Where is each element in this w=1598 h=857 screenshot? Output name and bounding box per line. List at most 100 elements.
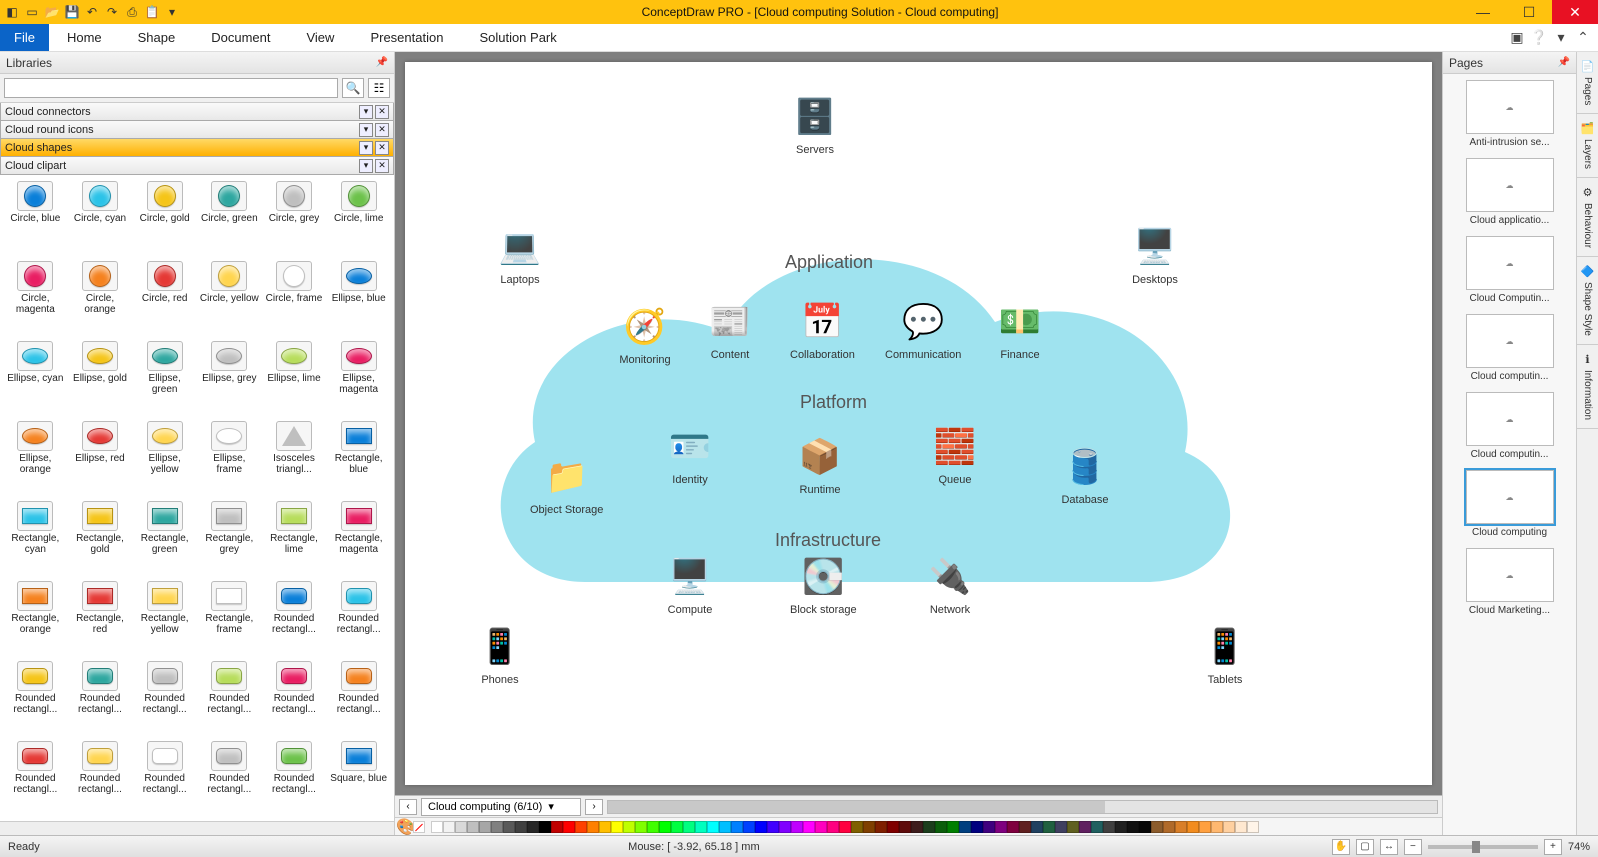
open-icon[interactable]: 📂	[44, 4, 60, 20]
diagram-node-comm[interactable]: 💬Communication	[885, 297, 961, 361]
shape-item[interactable]: Rectangle, blue	[327, 419, 390, 497]
pan-tool-icon[interactable]: ✋	[1332, 839, 1350, 855]
pin-icon[interactable]: 📌	[376, 57, 388, 68]
shape-item[interactable]: Ellipse, green	[133, 339, 196, 417]
shape-item[interactable]: Circle, cyan	[69, 179, 132, 257]
palette-color[interactable]	[599, 821, 611, 833]
fit-width-icon[interactable]: ↔	[1380, 839, 1398, 855]
diagram-node-queue[interactable]: 🧱Queue	[925, 422, 985, 486]
palette-color[interactable]	[935, 821, 947, 833]
shape-item[interactable]: Isosceles triangl...	[263, 419, 326, 497]
palette-color[interactable]	[587, 821, 599, 833]
diagram-node-compute[interactable]: 🖥️Compute	[660, 552, 720, 616]
shape-item[interactable]: Circle, orange	[69, 259, 132, 337]
palette-color[interactable]	[815, 821, 827, 833]
palette-color[interactable]	[875, 821, 887, 833]
palette-color[interactable]	[611, 821, 623, 833]
palette-color[interactable]	[983, 821, 995, 833]
palette-no-color[interactable]	[413, 821, 425, 833]
shape-item[interactable]: Circle, lime	[327, 179, 390, 257]
side-tab-information[interactable]: ℹInformation	[1577, 345, 1598, 429]
diagram-node-laptops[interactable]: 💻Laptops	[490, 222, 550, 286]
shape-item[interactable]: Rounded rectangl...	[133, 739, 196, 817]
shape-item[interactable]: Rounded rectangl...	[4, 739, 67, 817]
shape-item[interactable]: Rounded rectangl...	[198, 659, 261, 737]
menu-file[interactable]: File	[0, 24, 49, 51]
page-thumbnail[interactable]: ☁Cloud computin...	[1466, 314, 1554, 382]
palette-color[interactable]	[971, 821, 983, 833]
shape-item[interactable]: Rounded rectangl...	[263, 579, 326, 657]
palette-color[interactable]	[827, 821, 839, 833]
palette-color[interactable]	[443, 821, 455, 833]
page-tab-selector[interactable]: Cloud computing (6/10) ▾	[421, 798, 581, 816]
side-tab-behaviour[interactable]: ⚙Behaviour	[1577, 178, 1598, 257]
help-icon[interactable]: ❔	[1532, 31, 1546, 45]
page-thumbnail[interactable]: ☁Cloud computing	[1466, 470, 1554, 538]
palette-color[interactable]	[1247, 821, 1259, 833]
tab-dropdown-icon[interactable]: ▾	[548, 800, 554, 813]
shape-item[interactable]: Rectangle, frame	[198, 579, 261, 657]
shape-item[interactable]: Square, blue	[327, 739, 390, 817]
shape-item[interactable]: Rectangle, orange	[4, 579, 67, 657]
library-hscroll[interactable]	[0, 821, 394, 835]
menu-view[interactable]: View	[288, 24, 352, 51]
diagram-node-servers[interactable]: 🗄️Servers	[785, 92, 845, 156]
palette-color[interactable]	[1175, 821, 1187, 833]
palette-color[interactable]	[1127, 821, 1139, 833]
diagram-page[interactable]: Application Platform Infrastructure 🗄️Se…	[405, 62, 1432, 785]
shape-item[interactable]: Rectangle, green	[133, 499, 196, 577]
menu-home[interactable]: Home	[49, 24, 120, 51]
menu-presentation[interactable]: Presentation	[352, 24, 461, 51]
shape-item[interactable]: Circle, blue	[4, 179, 67, 257]
palette-color[interactable]	[455, 821, 467, 833]
palette-color[interactable]	[1163, 821, 1175, 833]
side-tab-shape-style[interactable]: 🔷Shape Style	[1577, 257, 1598, 345]
new-icon[interactable]: ▭	[24, 4, 40, 20]
palette-color[interactable]	[1235, 821, 1247, 833]
palette-color[interactable]	[647, 821, 659, 833]
diagram-node-identity[interactable]: 🪪Identity	[660, 422, 720, 486]
maximize-button[interactable]: ☐	[1506, 0, 1552, 24]
diagram-node-tablets[interactable]: 📱Tablets	[1195, 622, 1255, 686]
palette-color[interactable]	[1115, 821, 1127, 833]
window-icon[interactable]: ▣	[1510, 31, 1524, 45]
pages-pin-icon[interactable]: 📌	[1558, 57, 1570, 68]
redo-icon[interactable]: ↷	[104, 4, 120, 20]
palette-color[interactable]	[479, 821, 491, 833]
palette-color[interactable]	[1103, 821, 1115, 833]
menu-solution-park[interactable]: Solution Park	[461, 24, 574, 51]
library-group[interactable]: Cloud connectors▾✕	[0, 103, 394, 121]
shape-item[interactable]: Circle, grey	[263, 179, 326, 257]
palette-color[interactable]	[899, 821, 911, 833]
palette-color[interactable]	[1223, 821, 1235, 833]
fit-page-icon[interactable]: ▢	[1356, 839, 1374, 855]
shape-item[interactable]: Rectangle, lime	[263, 499, 326, 577]
palette-color[interactable]	[1079, 821, 1091, 833]
canvas-viewport[interactable]: Application Platform Infrastructure 🗄️Se…	[395, 52, 1442, 795]
palette-color[interactable]	[803, 821, 815, 833]
page-thumbnail[interactable]: ☁Anti-intrusion se...	[1466, 80, 1554, 148]
search-icon[interactable]: 🔍	[342, 78, 364, 98]
side-tab-layers[interactable]: 🗂️Layers	[1577, 114, 1598, 178]
palette-color[interactable]	[707, 821, 719, 833]
palette-color[interactable]	[1055, 821, 1067, 833]
shape-item[interactable]: Ellipse, lime	[263, 339, 326, 417]
palette-color[interactable]	[995, 821, 1007, 833]
ribbon-collapse-icon[interactable]: ⌃	[1576, 31, 1590, 45]
palette-color[interactable]	[683, 821, 695, 833]
diagram-node-phones[interactable]: 📱Phones	[470, 622, 530, 686]
palette-color[interactable]	[959, 821, 971, 833]
palette-color[interactable]	[515, 821, 527, 833]
palette-color[interactable]	[551, 821, 563, 833]
palette-color[interactable]	[767, 821, 779, 833]
library-group[interactable]: Cloud shapes▾✕	[0, 139, 394, 157]
shape-item[interactable]: Rectangle, red	[69, 579, 132, 657]
shape-item[interactable]: Rounded rectangl...	[327, 659, 390, 737]
shape-item[interactable]: Ellipse, cyan	[4, 339, 67, 417]
shape-item[interactable]: Rectangle, grey	[198, 499, 261, 577]
palette-color[interactable]	[1187, 821, 1199, 833]
palette-color[interactable]	[491, 821, 503, 833]
group-close-icon[interactable]: ✕	[375, 123, 389, 137]
palette-color[interactable]	[1091, 821, 1103, 833]
palette-color[interactable]	[563, 821, 575, 833]
